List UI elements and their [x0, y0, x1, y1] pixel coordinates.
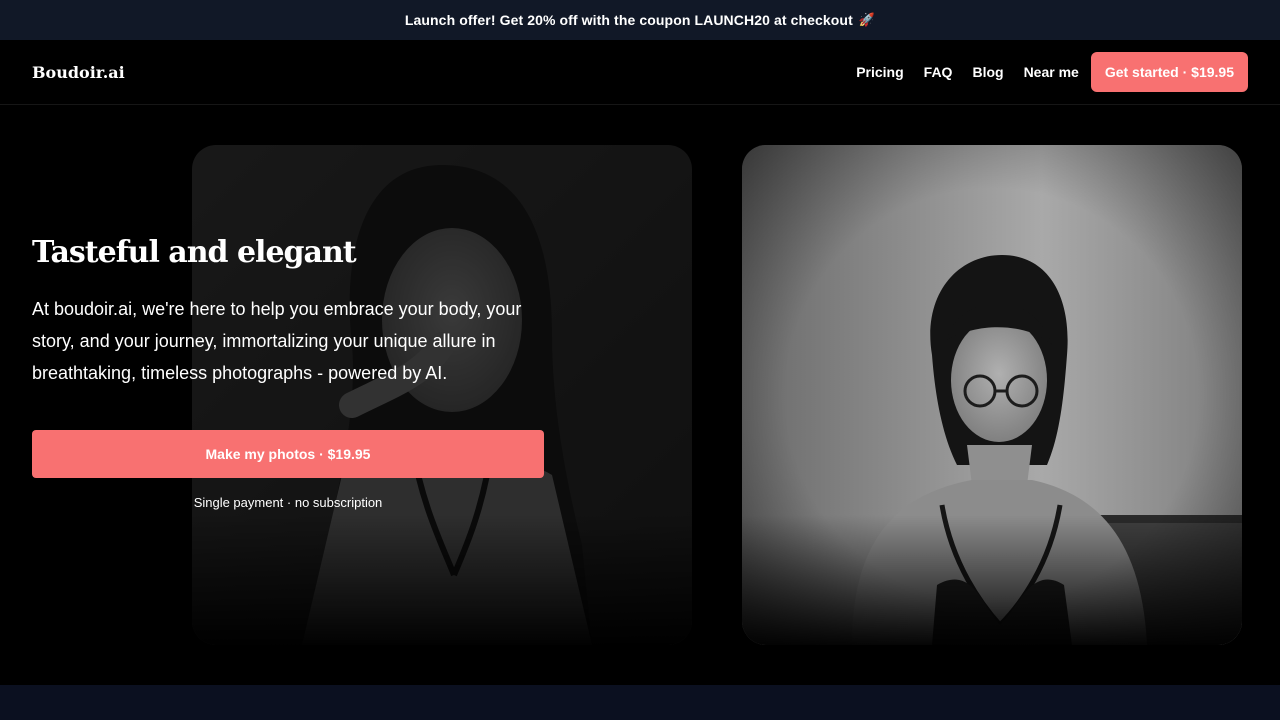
top-navbar: Boudoir.ai Pricing FAQ Blog Near me Get … [0, 40, 1280, 105]
logo[interactable]: Boudoir.ai [32, 63, 125, 82]
nav-link-pricing[interactable]: Pricing [856, 64, 903, 80]
hero-description: At boudoir.ai, we're here to help you em… [32, 299, 522, 383]
nav-link-faq[interactable]: FAQ [924, 64, 953, 80]
make-my-photos-button[interactable]: Make my photos · $19.95 [32, 430, 544, 478]
hero-title: Tasteful and elegant [32, 235, 357, 270]
hero-section: Tasteful and elegant At boudoir.ai, we'r… [0, 105, 1280, 685]
hero-content: Tasteful and elegant At boudoir.ai, we'r… [32, 235, 544, 510]
rocket-icon: 🚀 [858, 12, 876, 27]
hero-photo-right [742, 145, 1242, 645]
next-section-edge [0, 685, 1280, 720]
payment-note: Single payment · no subscription [193, 495, 383, 510]
get-started-button[interactable]: Get started · $19.95 [1090, 52, 1248, 92]
nav-link-blog[interactable]: Blog [972, 64, 1003, 80]
promo-text: Launch offer! Get 20% off with the coupo… [404, 12, 853, 28]
nav-link-near-me[interactable]: Near me [1024, 64, 1079, 80]
promo-banner: Launch offer! Get 20% off with the coupo… [0, 0, 1280, 40]
nav-links: Pricing FAQ Blog Near me Get started · $… [836, 52, 1248, 92]
